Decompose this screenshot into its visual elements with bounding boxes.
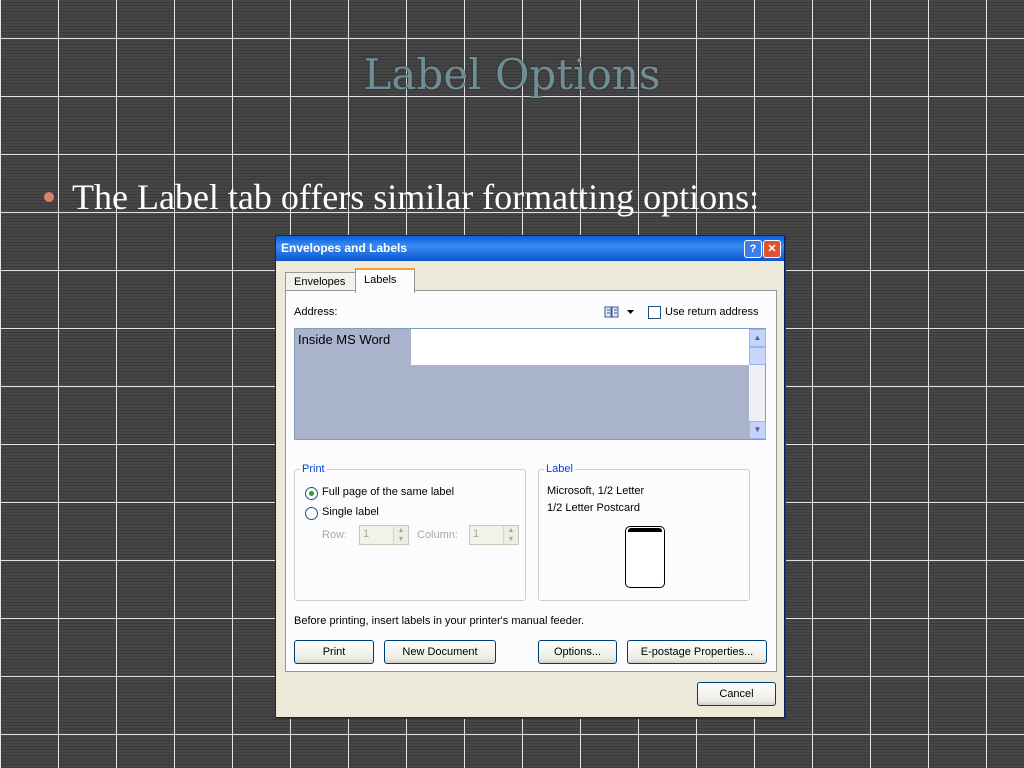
dialog-titlebar: Envelopes and Labels ? ✕ — [276, 236, 784, 261]
column-stepper[interactable]: 1 ▲ ▼ — [469, 525, 519, 545]
tab-labels[interactable]: Labels — [355, 268, 415, 293]
bullet-icon — [44, 191, 54, 202]
bullet-item: The Label tab offers similar formatting … — [44, 176, 759, 218]
row-value: 1 — [363, 528, 370, 540]
row-stepper[interactable]: 1 ▲ ▼ — [359, 525, 409, 545]
address-textarea[interactable]: Inside MS Word ▲ ▼ — [294, 328, 766, 440]
row-stepper-arrows-icon[interactable]: ▲ ▼ — [393, 526, 408, 544]
print-group: Print Full page of the same label Single… — [294, 463, 526, 601]
scroll-down-icon[interactable]: ▼ — [749, 421, 766, 439]
help-icon[interactable]: ? — [744, 240, 762, 258]
label-product: 1/2 Letter Postcard — [547, 502, 640, 514]
address-unselected-area — [411, 329, 749, 365]
options-button[interactable]: Options... — [538, 640, 617, 664]
envelopes-labels-dialog: Envelopes and Labels ? ✕ Envelopes Label… — [275, 235, 785, 718]
label-group-title: Label — [544, 463, 575, 475]
column-value: 1 — [473, 528, 480, 540]
cancel-button[interactable]: Cancel — [697, 682, 776, 706]
dialog-title: Envelopes and Labels — [281, 241, 408, 255]
address-book-icon[interactable] — [604, 306, 620, 318]
tab-envelopes[interactable]: Envelopes — [285, 272, 357, 291]
use-return-address-checkbox[interactable] — [648, 306, 661, 319]
single-label-radio[interactable] — [305, 507, 318, 520]
label-vendor: Microsoft, 1/2 Letter — [547, 485, 645, 497]
full-page-label: Full page of the same label — [322, 486, 455, 498]
row-label: Row: — [322, 529, 348, 541]
label-group[interactable]: Label Microsoft, 1/2 Letter 1/2 Letter P… — [538, 463, 750, 601]
address-text: Inside MS Word — [298, 332, 391, 347]
label-preview-icon[interactable] — [625, 526, 665, 588]
column-label: Column: — [417, 529, 458, 541]
bullet-text: The Label tab offers similar formatting … — [72, 177, 760, 217]
column-stepper-arrows-icon[interactable]: ▲ ▼ — [503, 526, 518, 544]
address-label: Address: — [294, 306, 338, 318]
address-scrollbar[interactable]: ▲ ▼ — [749, 329, 766, 439]
print-group-title: Print — [300, 463, 327, 475]
epostage-properties-button[interactable]: E-postage Properties... — [627, 640, 767, 664]
slide-title: Label Options — [363, 50, 661, 99]
single-label-label: Single label — [322, 506, 379, 518]
address-book-dropdown-icon[interactable] — [627, 310, 634, 315]
print-button[interactable]: Print — [294, 640, 374, 664]
full-page-radio[interactable] — [305, 487, 318, 500]
scroll-thumb[interactable] — [749, 347, 766, 365]
use-return-address-label: Use return address — [665, 306, 759, 318]
new-document-button[interactable]: New Document — [384, 640, 496, 664]
printer-note: Before printing, insert labels in your p… — [294, 615, 585, 627]
scroll-up-icon[interactable]: ▲ — [749, 329, 766, 347]
close-icon[interactable]: ✕ — [763, 240, 781, 258]
labels-tab-panel: Address: Use return address Inside MS Wo… — [285, 290, 777, 672]
